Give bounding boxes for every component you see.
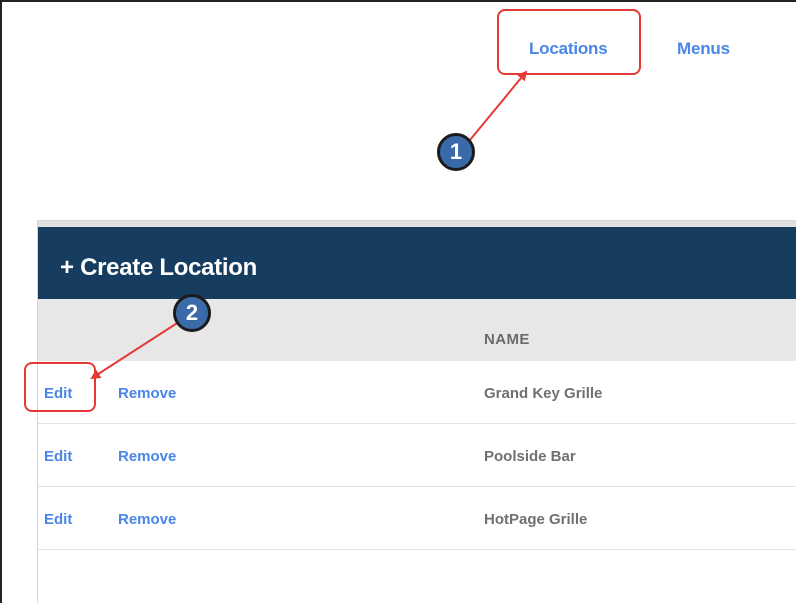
location-name: Grand Key Grille (484, 385, 603, 402)
column-header-name: NAME (484, 331, 530, 348)
create-location-button[interactable]: + Create Location (60, 254, 257, 282)
remove-link[interactable]: Remove (118, 385, 176, 402)
remove-link[interactable]: Remove (118, 448, 176, 465)
edit-link[interactable]: Edit (44, 448, 72, 465)
step-1-badge: 1 (437, 133, 475, 171)
locations-panel: + Create Location NAME Edit Remove Grand… (37, 220, 796, 603)
nav-menus-link[interactable]: Menus (677, 39, 730, 59)
panel-header: + Create Location (38, 227, 796, 299)
table-column-header: NAME (38, 299, 796, 361)
arrow-step1 (469, 70, 528, 141)
location-name: Poolside Bar (484, 448, 576, 465)
remove-link[interactable]: Remove (118, 511, 176, 528)
table-row: Edit Remove HotPage Grille (38, 487, 796, 550)
edit-link[interactable]: Edit (44, 511, 72, 528)
nav-locations-link[interactable]: Locations (529, 39, 608, 59)
location-name: HotPage Grille (484, 511, 588, 528)
edit-link[interactable]: Edit (44, 385, 72, 402)
table-row: Edit Remove Grand Key Grille (38, 361, 796, 424)
table-row: Edit Remove Poolside Bar (38, 424, 796, 487)
